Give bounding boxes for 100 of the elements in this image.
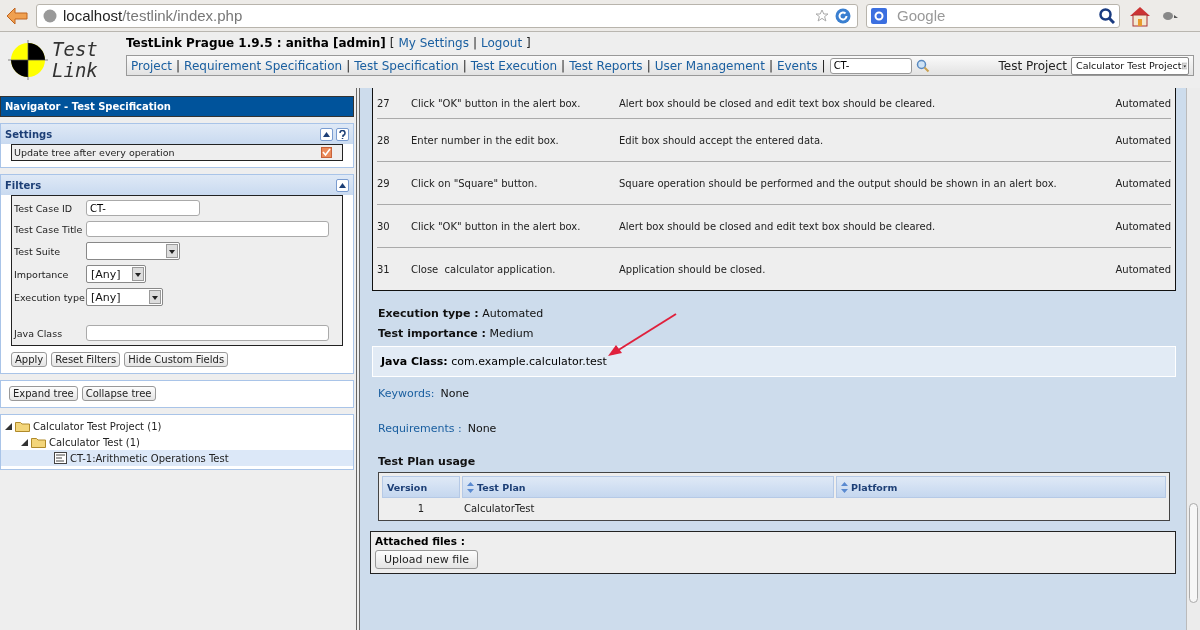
step-number: 30 bbox=[377, 220, 391, 232]
logo-circle-icon bbox=[8, 40, 48, 80]
step-action: Click "OK" button in the alert box. bbox=[411, 97, 582, 109]
search-field[interactable]: CT- bbox=[829, 57, 912, 74]
nav-link[interactable]: Events bbox=[776, 58, 818, 73]
search-engine-icon[interactable] bbox=[871, 7, 887, 24]
requirements-value: None bbox=[467, 422, 497, 435]
nav-link[interactable]: Project bbox=[131, 58, 173, 73]
logo: Test Link bbox=[8, 32, 112, 88]
folder-icon bbox=[31, 436, 46, 448]
nav-link[interactable]: My Settings bbox=[398, 36, 469, 50]
project-label: Test Project bbox=[998, 58, 1067, 73]
text-field[interactable] bbox=[86, 325, 329, 341]
help-icon bbox=[339, 129, 346, 139]
step-action: Click "OK" button in the alert box. bbox=[411, 220, 582, 232]
nav-link[interactable]: User Management bbox=[654, 58, 765, 73]
nav-link[interactable]: Test Reports bbox=[569, 58, 643, 73]
scrollbar[interactable] bbox=[1186, 88, 1200, 630]
folder-icon bbox=[15, 420, 30, 432]
step-number: 28 bbox=[377, 134, 391, 146]
separator: | bbox=[821, 58, 826, 73]
nav-link[interactable]: Logout bbox=[481, 36, 523, 50]
panel-heading: Filters bbox=[5, 179, 43, 191]
column-header[interactable]: Platform bbox=[836, 476, 1166, 498]
execution-type: Automated bbox=[1115, 97, 1171, 109]
tree-button[interactable]: Expand tree bbox=[9, 386, 78, 401]
dropdown[interactable]: [Any] bbox=[86, 265, 146, 283]
annotation-arrow bbox=[606, 312, 678, 358]
up-triangle-icon bbox=[323, 131, 330, 137]
separator: | bbox=[462, 58, 467, 73]
nav-link[interactable]: Test Specification bbox=[354, 58, 459, 73]
search-icon[interactable] bbox=[1099, 7, 1115, 24]
expected-result: Alert box should be closed and edit text box should be cleared. bbox=[619, 97, 937, 109]
separator: | bbox=[176, 58, 181, 73]
tree-node[interactable]: Calculator Test (1) bbox=[1, 434, 353, 450]
dropdown[interactable]: [Any] bbox=[86, 288, 163, 306]
custom-field-text: Java Class: com.example.calculator.test bbox=[372, 346, 1176, 377]
separator: [ bbox=[389, 36, 395, 50]
separator: | bbox=[646, 58, 651, 73]
tree-node[interactable]: Calculator Test Project (1) bbox=[1, 418, 353, 434]
project-select[interactable]: Calculator Test Project bbox=[1071, 56, 1189, 75]
app-title: TestLink Prague 1.9.5 : anitha [admin] bbox=[126, 36, 386, 50]
requirements-label: Requirements : bbox=[378, 422, 462, 435]
star-icon[interactable] bbox=[815, 8, 829, 23]
nav-link[interactable]: Requirement Specification bbox=[184, 58, 343, 73]
filter-button[interactable]: Apply bbox=[11, 352, 48, 367]
field-label: Importance bbox=[14, 268, 70, 280]
step-number: 31 bbox=[377, 263, 391, 275]
step-number: 29 bbox=[377, 177, 391, 189]
collapse-button[interactable] bbox=[320, 127, 333, 141]
collapse-button[interactable] bbox=[336, 178, 349, 192]
document-icon bbox=[54, 452, 67, 464]
execution-type: Automated bbox=[1115, 177, 1171, 189]
sort-icon bbox=[467, 481, 474, 493]
expected-result: Application should be closed. bbox=[619, 263, 767, 275]
column-header[interactable]: Version bbox=[382, 476, 460, 498]
execution-type: Automated bbox=[1115, 263, 1171, 275]
execution-type: Automated bbox=[1115, 220, 1171, 232]
expected-result: Square operation should be performed and the output should be shown in an alert box. bbox=[619, 177, 1058, 189]
checkbox[interactable] bbox=[321, 147, 332, 158]
expand-triangle-icon[interactable] bbox=[21, 438, 28, 446]
step-action: Click on "Square" button. bbox=[411, 177, 539, 189]
tree-button[interactable]: Collapse tree bbox=[81, 386, 156, 401]
filter-button[interactable]: Hide Custom Fields bbox=[124, 352, 229, 367]
section-title: Attached files : bbox=[375, 535, 465, 547]
reload-icon[interactable] bbox=[835, 7, 851, 24]
help-button[interactable] bbox=[336, 127, 349, 141]
step-number: 27 bbox=[377, 97, 391, 109]
detail-text: Execution type : Automated bbox=[377, 306, 545, 322]
option-label: Update tree after every operation bbox=[14, 147, 175, 158]
field-label: Test Case ID bbox=[14, 202, 74, 214]
dropdown[interactable] bbox=[86, 242, 180, 260]
expand-triangle-icon[interactable] bbox=[5, 422, 12, 430]
url-field[interactable]: localhost/testlink/index.php bbox=[36, 3, 858, 28]
expected-result: Edit box should accept the entered data. bbox=[619, 134, 825, 146]
expected-result: Alert box should be closed and edit text box should be cleared. bbox=[619, 220, 937, 232]
separator: ] bbox=[526, 36, 531, 50]
upload-button[interactable]: Upload new file bbox=[375, 550, 479, 569]
panel-title: Navigator - Test Specification bbox=[0, 96, 354, 117]
table-cell-text: 1 bbox=[416, 502, 426, 514]
field-label: Execution type bbox=[14, 291, 86, 303]
tree-node[interactable]: CT-1:Arithmetic Operations Test bbox=[1, 450, 353, 466]
nav-link[interactable]: Test Execution bbox=[470, 58, 558, 73]
detail-text: Test importance : Medium bbox=[377, 326, 535, 342]
filter-button[interactable]: Reset Filters bbox=[51, 352, 121, 367]
text-field[interactable] bbox=[86, 221, 329, 237]
step-action: Close calculator application. bbox=[411, 263, 557, 275]
execution-type: Automated bbox=[1115, 134, 1171, 146]
keywords-value: None bbox=[440, 387, 470, 400]
text-field[interactable]: CT- bbox=[86, 200, 200, 216]
separator: | bbox=[768, 58, 773, 73]
step-action: Enter number in the edit box. bbox=[411, 134, 560, 146]
separator: | bbox=[472, 36, 477, 50]
column-header[interactable]: Test Plan bbox=[462, 476, 834, 498]
section-title: Test Plan usage bbox=[377, 454, 477, 470]
field-label: Java Class bbox=[14, 327, 64, 339]
back-arrow-icon[interactable] bbox=[6, 6, 28, 25]
field-label: Test Suite bbox=[14, 245, 61, 257]
field-label: Test Case Title bbox=[14, 223, 84, 235]
separator: | bbox=[346, 58, 351, 73]
